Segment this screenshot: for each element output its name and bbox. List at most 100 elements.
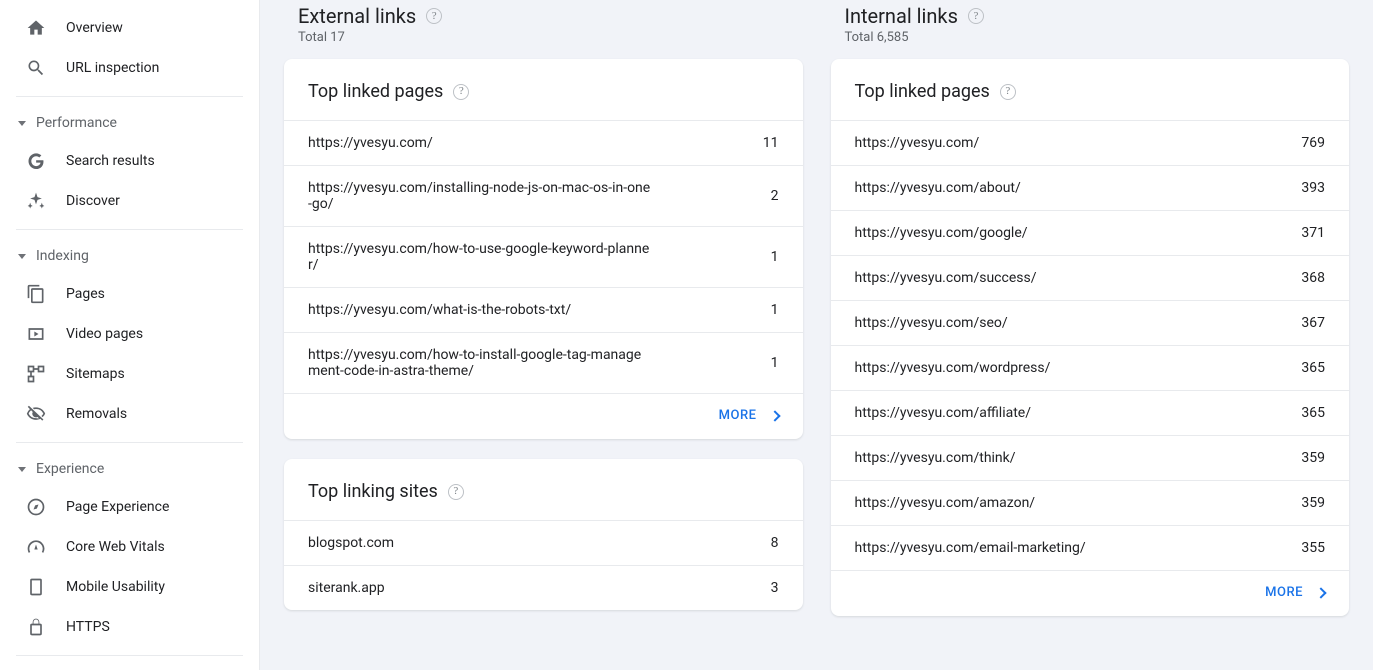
- row-count: 359: [1301, 450, 1325, 466]
- sidebar-item-label: Pages: [66, 286, 105, 302]
- sidebar-item-label: Mobile Usability: [66, 579, 165, 595]
- nav-group-experience: Experience Page Experience Core Web Vita…: [0, 443, 259, 655]
- sidebar-item-label: Removals: [66, 406, 127, 422]
- sidebar-item-sitemaps[interactable]: Sitemaps: [0, 354, 259, 394]
- table-row[interactable]: https://yvesyu.com/google/ 371: [831, 210, 1350, 255]
- sidebar-item-label: Core Web Vitals: [66, 539, 165, 555]
- row-count: 393: [1301, 180, 1325, 196]
- row-count: 769: [1301, 135, 1325, 151]
- external-top-linked-pages-card: Top linked pages https://yvesyu.com/ 11 …: [284, 59, 803, 439]
- table-row[interactable]: siterank.app 3: [284, 565, 803, 610]
- row-count: 371: [1301, 225, 1325, 241]
- table-row[interactable]: https://yvesyu.com/ 769: [831, 120, 1350, 165]
- external-total: Total 17: [298, 30, 803, 45]
- card-title: Top linked pages: [855, 81, 990, 102]
- nav-group-indexing: Indexing Pages Video pages Sitemaps Remo…: [0, 230, 259, 442]
- row-count: 2: [771, 188, 779, 204]
- sparkle-icon: [26, 191, 46, 211]
- divider: [16, 655, 243, 656]
- sidebar-item-page-experience[interactable]: Page Experience: [0, 487, 259, 527]
- nav-group-performance: Performance Search results Discover: [0, 97, 259, 229]
- sidebar-item-discover[interactable]: Discover: [0, 181, 259, 221]
- row-count: 359: [1301, 495, 1325, 511]
- pages-icon: [26, 284, 46, 304]
- row-count: 367: [1301, 315, 1325, 331]
- row-count: 11: [763, 135, 779, 151]
- sidebar-item-removals[interactable]: Removals: [0, 394, 259, 434]
- sidebar-item-pages[interactable]: Pages: [0, 274, 259, 314]
- sidebar-item-url-inspection[interactable]: URL inspection: [0, 48, 259, 88]
- more-button[interactable]: MORE: [1265, 585, 1325, 600]
- internal-total: Total 6,585: [845, 30, 1350, 45]
- table-row[interactable]: https://yvesyu.com/about/ 393: [831, 165, 1350, 210]
- row-url: siterank.app: [308, 580, 401, 596]
- table-row[interactable]: https://yvesyu.com/how-to-use-google-key…: [284, 226, 803, 287]
- table-row[interactable]: https://yvesyu.com/think/ 359: [831, 435, 1350, 480]
- row-count: 355: [1301, 540, 1325, 556]
- sidebar-item-mobile-usability[interactable]: Mobile Usability: [0, 567, 259, 607]
- sidebar-item-label: HTTPS: [66, 619, 110, 635]
- row-count: 1: [771, 302, 779, 318]
- external-top-linking-sites-card: Top linking sites blogspot.com 8 siteran…: [284, 459, 803, 610]
- more-label: MORE: [1265, 585, 1303, 600]
- sidebar-item-overview[interactable]: Overview: [0, 8, 259, 48]
- compass-icon: [26, 497, 46, 517]
- more-button[interactable]: MORE: [719, 408, 779, 423]
- sidebar-item-core-web-vitals[interactable]: Core Web Vitals: [0, 527, 259, 567]
- external-section-header: External links Total 17: [284, 4, 803, 45]
- chevron-down-icon: [18, 254, 26, 259]
- table-row[interactable]: https://yvesyu.com/seo/ 367: [831, 300, 1350, 345]
- row-url: https://yvesyu.com/about/: [855, 180, 1037, 196]
- row-count: 365: [1301, 360, 1325, 376]
- main-content: External links Total 17 Top linked pages…: [260, 0, 1373, 670]
- help-icon[interactable]: [453, 84, 469, 100]
- help-icon[interactable]: [1000, 84, 1016, 100]
- row-url: https://yvesyu.com/email-marketing/: [855, 540, 1102, 556]
- google-g-icon: [26, 151, 46, 171]
- row-url: https://yvesyu.com/how-to-use-google-key…: [308, 241, 668, 273]
- sidebar-item-label: Discover: [66, 193, 120, 209]
- video-icon: [26, 324, 46, 344]
- row-count: 365: [1301, 405, 1325, 421]
- row-url: https://yvesyu.com/: [308, 135, 449, 151]
- row-count: 3: [771, 580, 779, 596]
- external-links-column: External links Total 17 Top linked pages…: [284, 4, 803, 646]
- table-row[interactable]: https://yvesyu.com/how-to-install-google…: [284, 332, 803, 393]
- card-header: Top linked pages: [831, 59, 1350, 120]
- table-row[interactable]: https://yvesyu.com/installing-node-js-on…: [284, 165, 803, 226]
- search-icon: [26, 58, 46, 78]
- sidebar-item-search-results[interactable]: Search results: [0, 141, 259, 181]
- table-row[interactable]: blogspot.com 8: [284, 520, 803, 565]
- table-row[interactable]: https://yvesyu.com/amazon/ 359: [831, 480, 1350, 525]
- help-icon[interactable]: [448, 484, 464, 500]
- sidebar-item-https[interactable]: HTTPS: [0, 607, 259, 647]
- row-count: 8: [771, 535, 779, 551]
- row-url: https://yvesyu.com/wordpress/: [855, 360, 1067, 376]
- sidebar-item-label: Video pages: [66, 326, 143, 342]
- table-row[interactable]: https://yvesyu.com/ 11: [284, 120, 803, 165]
- table-row[interactable]: https://yvesyu.com/wordpress/ 365: [831, 345, 1350, 390]
- sidebar-nav: Overview URL inspection Performance Sear…: [0, 0, 260, 670]
- card-title: Top linking sites: [308, 481, 438, 502]
- table-row[interactable]: https://yvesyu.com/email-marketing/ 355: [831, 525, 1350, 570]
- card-title: Top linked pages: [308, 81, 443, 102]
- nav-header-indexing[interactable]: Indexing: [0, 238, 259, 274]
- internal-top-linked-pages-card: Top linked pages https://yvesyu.com/ 769…: [831, 59, 1350, 616]
- row-url: https://yvesyu.com/seo/: [855, 315, 1024, 331]
- row-url: https://yvesyu.com/amazon/: [855, 495, 1052, 511]
- help-icon[interactable]: [968, 8, 984, 24]
- external-title: External links: [298, 4, 416, 28]
- row-url: blogspot.com: [308, 535, 410, 551]
- sidebar-item-label: Sitemaps: [66, 366, 125, 382]
- card-header: Top linked pages: [284, 59, 803, 120]
- sidebar-item-label: Search results: [66, 153, 155, 169]
- row-url: https://yvesyu.com/affiliate/: [855, 405, 1048, 421]
- table-row[interactable]: https://yvesyu.com/what-is-the-robots-tx…: [284, 287, 803, 332]
- table-row[interactable]: https://yvesyu.com/success/ 368: [831, 255, 1350, 300]
- nav-header-experience[interactable]: Experience: [0, 451, 259, 487]
- table-row[interactable]: https://yvesyu.com/affiliate/ 365: [831, 390, 1350, 435]
- help-icon[interactable]: [426, 8, 442, 24]
- nav-header-performance[interactable]: Performance: [0, 105, 259, 141]
- sidebar-item-label: Page Experience: [66, 499, 169, 515]
- sidebar-item-video-pages[interactable]: Video pages: [0, 314, 259, 354]
